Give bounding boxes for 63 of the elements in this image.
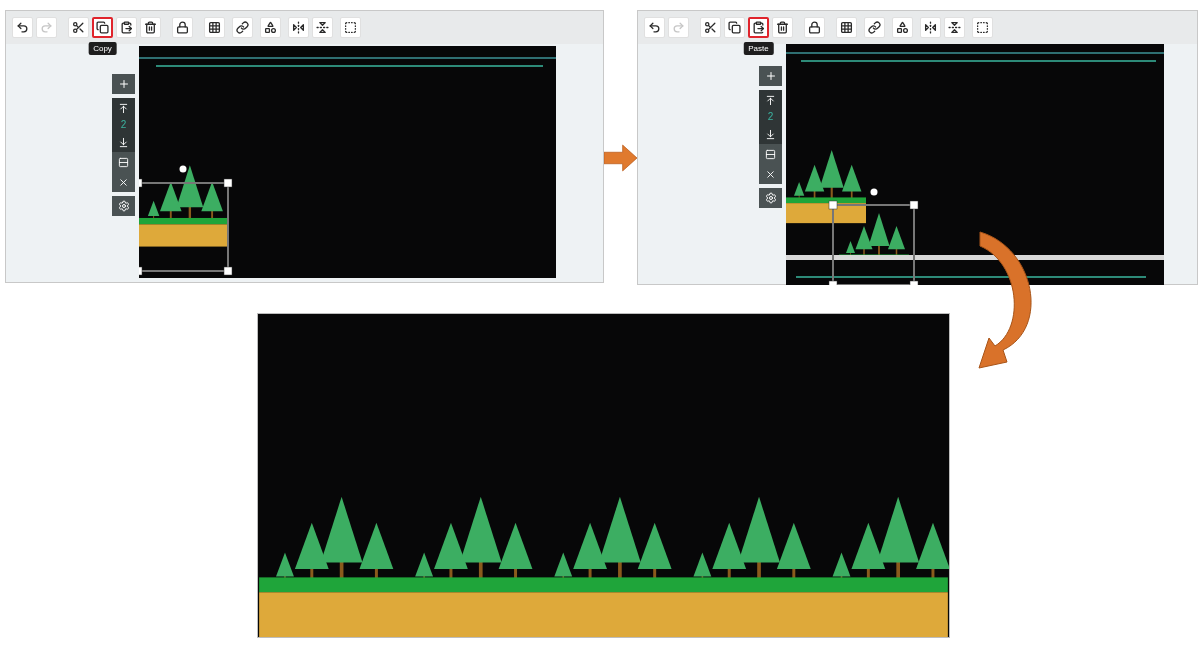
settings-button[interactable]: [112, 196, 135, 216]
flip-vertical-icon: [316, 21, 329, 34]
toolbar-button[interactable]: [748, 17, 769, 38]
toolbar-button[interactable]: [92, 17, 113, 38]
arrow-up-icon: [118, 102, 129, 114]
redo-icon: [40, 21, 53, 34]
move-down-button[interactable]: [759, 124, 782, 144]
lock-icon: [176, 21, 189, 34]
arrow-down-icon: [765, 128, 776, 140]
settings-button[interactable]: [759, 188, 782, 208]
rows-icon: [765, 148, 776, 160]
square-icon: [976, 21, 989, 34]
scissors-icon: [72, 21, 85, 34]
resize-handle[interactable]: [828, 200, 838, 210]
resize-handle[interactable]: [909, 280, 919, 285]
link-icon: [868, 21, 881, 34]
rotate-handle[interactable]: [870, 188, 878, 196]
close-icon: [118, 176, 129, 188]
rows-icon: [118, 156, 129, 168]
square-icon: [344, 21, 357, 34]
clipboard-icon: [120, 21, 133, 34]
resize-handle[interactable]: [223, 266, 233, 276]
scissors-icon: [704, 21, 717, 34]
remove-button[interactable]: [759, 164, 782, 184]
duplicate-button[interactable]: [112, 152, 135, 172]
rotate-handle[interactable]: [179, 165, 187, 173]
duplicate-button[interactable]: [759, 144, 782, 164]
move-up-button[interactable]: [759, 90, 782, 110]
clipboard-icon: [752, 21, 765, 34]
resize-handle[interactable]: [828, 280, 838, 285]
trash-icon: [776, 21, 789, 34]
undo-icon: [648, 21, 661, 34]
tooltip: Paste: [743, 42, 774, 55]
shapes-icon: [896, 21, 909, 34]
plus-icon: [764, 70, 777, 82]
layer-number: 2: [759, 110, 782, 124]
trash-icon: [144, 21, 157, 34]
link-icon: [236, 21, 249, 34]
grid-icon: [840, 21, 853, 34]
move-down-button[interactable]: [112, 132, 135, 152]
arrow-up-icon: [765, 94, 776, 106]
flip-horizontal-icon: [924, 21, 937, 34]
close-icon: [765, 168, 776, 180]
move-up-button[interactable]: [112, 98, 135, 118]
flip-vertical-icon: [948, 21, 961, 34]
tooltip: Copy: [88, 42, 117, 55]
arrow-down-icon: [118, 136, 129, 148]
layer-number: 2: [112, 118, 135, 132]
copy-icon: [96, 21, 109, 34]
copy-icon: [728, 21, 741, 34]
shapes-icon: [264, 21, 277, 34]
settings-icon: [764, 192, 777, 204]
undo-icon: [16, 21, 29, 34]
plus-icon: [117, 78, 130, 90]
resize-handle[interactable]: [139, 178, 143, 188]
flip-horizontal-icon: [292, 21, 305, 34]
resize-handle[interactable]: [139, 266, 143, 276]
grid-icon: [208, 21, 221, 34]
resize-handle[interactable]: [223, 178, 233, 188]
resize-handle[interactable]: [909, 200, 919, 210]
settings-icon: [117, 200, 130, 212]
lock-icon: [808, 21, 821, 34]
redo-icon: [672, 21, 685, 34]
